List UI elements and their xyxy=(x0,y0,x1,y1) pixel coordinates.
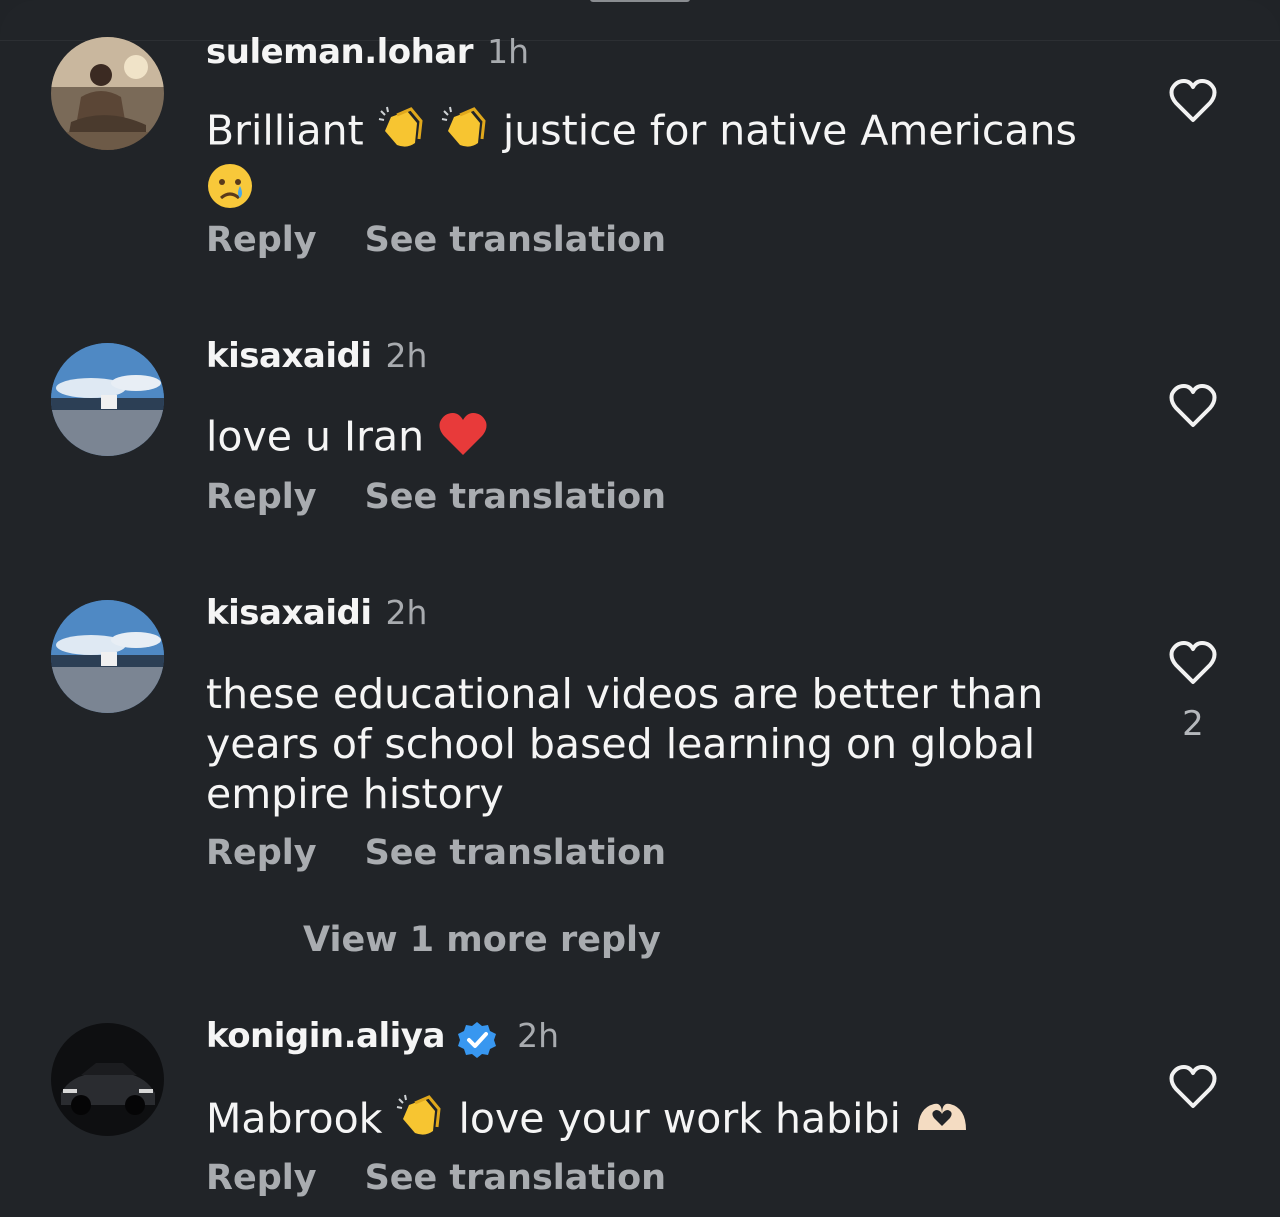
username[interactable]: kisaxaidi xyxy=(206,336,372,376)
comment-text: love u Iran xyxy=(206,411,1086,468)
comment-text: Brilliant justice for native Americans xyxy=(206,105,1086,221)
comment-meta: kisaxaidi 2h xyxy=(206,336,427,376)
comment-text-part: love u Iran xyxy=(206,412,425,461)
heart-outline-icon[interactable] xyxy=(1168,383,1218,429)
clapping-hands-emoji xyxy=(377,105,427,162)
comment-text-part: Brilliant xyxy=(206,106,364,155)
comments-sheet: suleman.lohar 1h Brilliant justice for na… xyxy=(0,0,1280,1217)
avatar[interactable] xyxy=(51,343,164,456)
see-translation-button[interactable]: See translation xyxy=(365,220,667,260)
see-translation-button[interactable]: See translation xyxy=(365,477,667,517)
comment-actions: Reply See translation xyxy=(206,833,714,873)
comment-actions: Reply See translation xyxy=(206,477,714,517)
heart-outline-icon[interactable] xyxy=(1168,1064,1218,1110)
comment-text: these educational videos are better than… xyxy=(206,670,1044,818)
reply-button[interactable]: Reply xyxy=(206,220,317,260)
timestamp: 2h xyxy=(385,336,428,375)
see-translation-button[interactable]: See translation xyxy=(365,833,667,873)
verified-badge-icon xyxy=(456,1020,498,1066)
reply-button[interactable]: Reply xyxy=(206,833,317,873)
timestamp: 2h xyxy=(517,1016,559,1055)
comment-meta: konigin.aliya 2h xyxy=(206,1016,559,1066)
comment-actions: Reply See translation xyxy=(206,220,714,260)
avatar[interactable] xyxy=(51,600,164,713)
crying-face-emoji xyxy=(206,162,254,221)
comment-actions: Reply See translation xyxy=(206,1158,714,1198)
see-translation-button[interactable]: See translation xyxy=(365,1158,667,1198)
heart-hands-emoji xyxy=(914,1096,970,1147)
comment-text-part: justice for native Americans xyxy=(502,106,1077,155)
username[interactable]: suleman.lohar xyxy=(206,32,474,72)
comment-meta: kisaxaidi 2h xyxy=(206,593,427,633)
username[interactable]: kisaxaidi xyxy=(206,593,372,633)
clapping-hands-emoji xyxy=(440,105,490,162)
view-more-replies-button[interactable]: View 1 more reply xyxy=(303,920,661,960)
heart-outline-icon[interactable] xyxy=(1168,78,1218,124)
comment-text-part: Mabrook xyxy=(206,1094,383,1143)
drag-handle[interactable] xyxy=(590,0,690,2)
like-count: 2 xyxy=(1182,704,1204,744)
avatar[interactable] xyxy=(51,1023,164,1136)
avatar[interactable] xyxy=(51,37,164,150)
divider xyxy=(0,40,1280,41)
red-heart-emoji xyxy=(437,411,489,468)
reply-button[interactable]: Reply xyxy=(206,477,317,517)
comment-meta: suleman.lohar 1h xyxy=(206,32,529,72)
reply-button[interactable]: Reply xyxy=(206,1158,317,1198)
username[interactable]: konigin.aliya xyxy=(206,1016,445,1056)
comment-text: Mabrook love your work habibi xyxy=(206,1093,1086,1150)
heart-outline-icon[interactable] xyxy=(1168,640,1218,686)
clapping-hands-emoji xyxy=(395,1093,445,1150)
comment-text-part: love your work habibi xyxy=(458,1094,901,1143)
timestamp: 2h xyxy=(385,593,428,632)
timestamp: 1h xyxy=(487,32,529,71)
